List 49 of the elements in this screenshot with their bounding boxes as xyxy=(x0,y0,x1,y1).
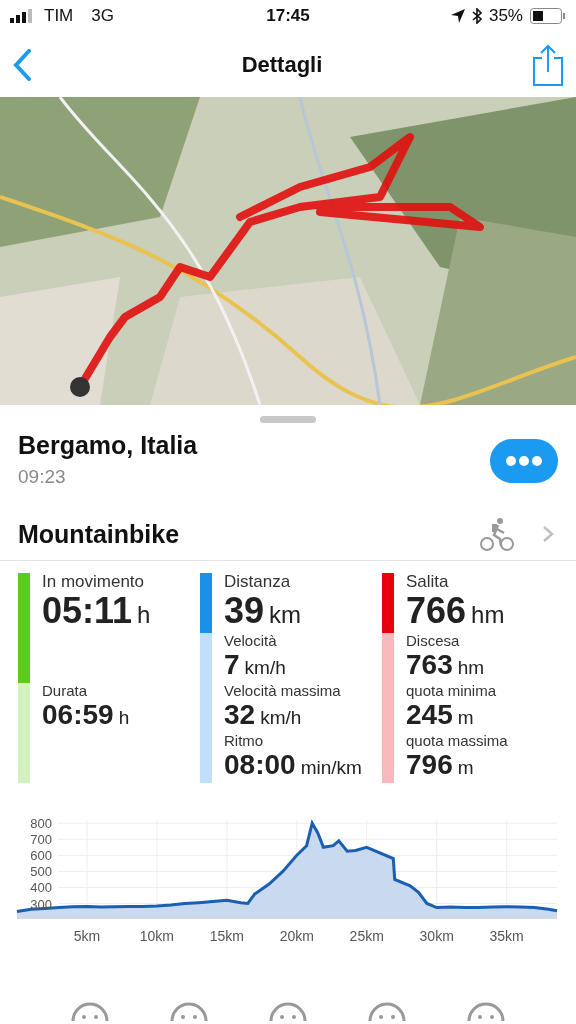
stat-value: 32 km/h xyxy=(224,699,303,730)
x-tick-label: 25km xyxy=(349,928,384,945)
more-button[interactable] xyxy=(490,439,558,483)
stat-value: 245 m xyxy=(406,699,475,730)
ellipsis-icon xyxy=(506,456,542,466)
clock: 17:45 xyxy=(266,6,310,25)
screen-title: Dettagli xyxy=(241,51,323,78)
x-tick-label: 35km xyxy=(489,928,524,945)
stat-label: quota massima xyxy=(406,733,509,750)
stat-label: Distanza xyxy=(224,573,292,592)
y-tick-label: 500 xyxy=(30,864,52,880)
stat-value: 796 m xyxy=(406,749,475,780)
y-tick-label: 600 xyxy=(30,848,52,864)
x-tick-label: 30km xyxy=(419,928,454,945)
drag-handle[interactable] xyxy=(260,416,316,423)
sport-name: Mountainbike xyxy=(18,519,181,549)
stat-value: 766 hm xyxy=(406,591,506,630)
x-tick-label: 5km xyxy=(73,928,101,945)
stat-value: 7 km/h xyxy=(224,650,287,680)
stat-label: Salita xyxy=(406,573,450,592)
stat-value: 08:00 min/km xyxy=(224,749,363,780)
stat-label: Durata xyxy=(42,683,89,700)
battery-icon xyxy=(530,8,566,24)
stat-value: 763 hm xyxy=(406,650,486,680)
network-type: 3G xyxy=(91,6,114,26)
location-icon xyxy=(450,9,465,23)
stat-value: 06:59 h xyxy=(42,699,131,730)
stat-label: Velocità massima xyxy=(224,683,342,700)
battery-percent: 35% xyxy=(488,6,523,26)
cyclist-icon xyxy=(480,517,514,551)
x-tick-label: 10km xyxy=(139,928,174,945)
start-time: 09:23 xyxy=(18,466,67,488)
bluetooth-icon xyxy=(471,8,482,24)
stat-label: In movimento xyxy=(42,573,146,592)
place-name: Bergamo, Italia xyxy=(18,431,198,460)
stat-label: Discesa xyxy=(406,633,461,650)
stat-label: quota minima xyxy=(406,683,498,700)
y-tick-label: 800 xyxy=(30,816,52,832)
carrier-name: TIM xyxy=(44,6,74,26)
x-tick-label: 20km xyxy=(279,928,314,945)
stat-label: Ritmo xyxy=(224,733,265,750)
stat-value: 05:11 h xyxy=(42,591,152,630)
y-tick-label: 700 xyxy=(30,832,52,848)
share-icon[interactable] xyxy=(532,43,564,86)
y-tick-label: 400 xyxy=(30,880,52,896)
stat-label: Velocità xyxy=(224,633,278,650)
stat-value: 39 km xyxy=(224,591,303,630)
x-tick-label: 15km xyxy=(209,928,244,945)
back-icon[interactable] xyxy=(12,48,32,81)
